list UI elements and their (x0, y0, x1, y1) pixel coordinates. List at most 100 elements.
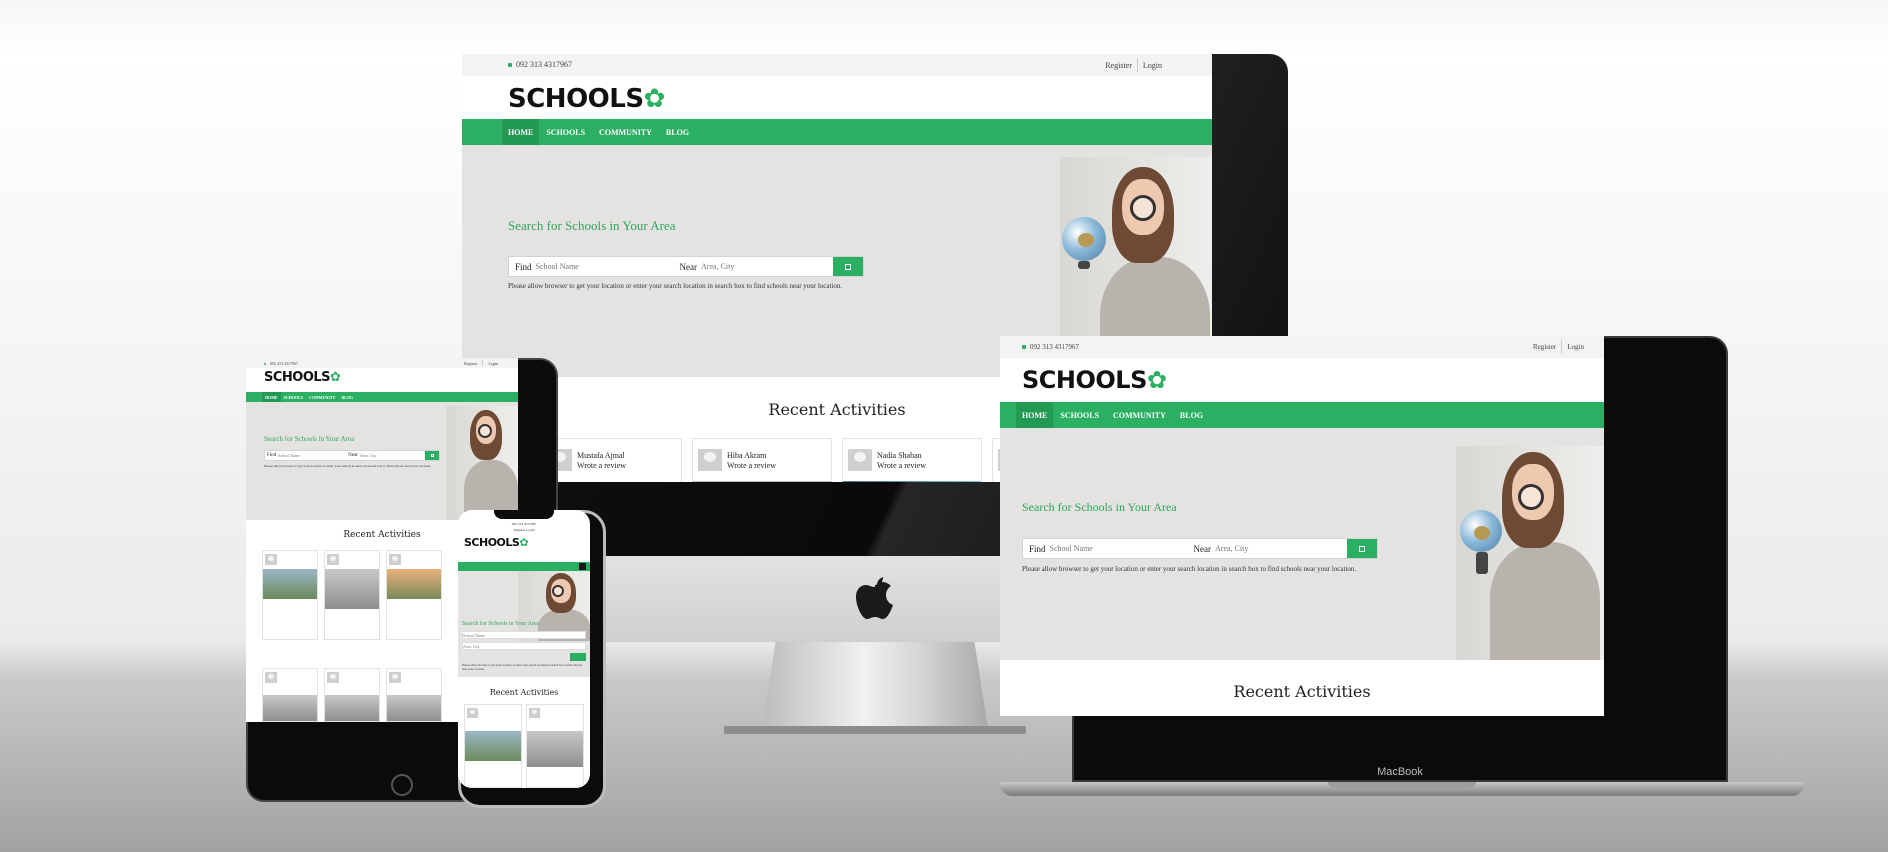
main-nav: HOME SCHOOLS COMMUNITY BLOG (1000, 402, 1604, 428)
activity-card[interactable] (464, 704, 522, 788)
hero-section: Search for Schools in Your Area Find Nea… (1000, 428, 1604, 660)
avatar (529, 708, 540, 718)
hero-title: Search for Schools in Your Area (508, 218, 676, 233)
nav-blog[interactable]: BLOG (338, 392, 356, 402)
activity-card[interactable]: Mustafa Ajmal Wrote a review (542, 438, 682, 482)
register-link[interactable]: Register (1533, 343, 1556, 351)
activity-user: Mustafa Ajmal (577, 451, 625, 460)
activity-card[interactable] (526, 704, 584, 788)
search-icon (430, 454, 434, 457)
avatar (389, 554, 401, 565)
site-logo[interactable]: SCHOOLS✿ (264, 370, 341, 385)
nav-community[interactable]: COMMUNITY (1106, 402, 1173, 428)
near-label: Near (679, 261, 698, 272)
hero-section: Search for Schools in Your Area Find Nea… (246, 402, 518, 520)
top-bar: 092 313 4317967 Register Login (462, 54, 1212, 76)
location-input[interactable] (701, 257, 832, 276)
activity-action: Wrote a review (577, 461, 626, 470)
laptop-device: MacBook 092 313 4317967 Register Login SC… (1000, 336, 1804, 798)
school-search-form: Find Near (508, 256, 864, 277)
leaf-icon: ✿ (643, 84, 666, 114)
site-logo[interactable]: SCHOOLS✿ (1022, 366, 1167, 394)
avatar (467, 708, 478, 718)
search-button[interactable] (425, 451, 439, 460)
phone-device: 092 313 4317967 Register Login SCHOOLS✿ … (458, 510, 606, 808)
activity-card[interactable] (324, 550, 380, 640)
main-nav: HOME SCHOOLS COMMUNITY BLOG (246, 392, 518, 402)
nav-blog[interactable]: BLOG (1173, 402, 1210, 428)
search-button[interactable] (1347, 539, 1377, 558)
school-name-input[interactable] (278, 451, 347, 460)
apple-logo-icon (853, 573, 897, 623)
account-links: Register Login (458, 528, 590, 532)
avatar (389, 672, 401, 683)
avatar (698, 449, 722, 471)
activity-user: Hiba Akram (727, 451, 767, 460)
find-label: Find (515, 261, 532, 272)
nav-schools[interactable]: SCHOOLS (281, 392, 306, 402)
login-link[interactable]: Login (1143, 61, 1162, 70)
imac-stand (762, 642, 988, 729)
location-input[interactable] (462, 642, 586, 650)
phone-notch (494, 510, 554, 519)
activity-action: Wrote a review (727, 461, 776, 470)
nav-blog[interactable]: BLOG (659, 119, 696, 145)
phone-number: 092 313 4317967 (511, 522, 537, 526)
phone-screen: 092 313 4317967 Register Login SCHOOLS✿ … (458, 510, 590, 788)
login-link[interactable]: Login (488, 361, 498, 366)
register-link[interactable]: Register (1105, 61, 1132, 70)
nav-community[interactable]: COMMUNITY (306, 392, 338, 402)
nav-community[interactable]: COMMUNITY (592, 119, 659, 145)
recent-activities-title: Recent Activities (1233, 682, 1371, 701)
activity-card[interactable]: Hiba Akram Wrote a review (692, 438, 832, 482)
login-link[interactable]: Login (526, 528, 534, 532)
hero-title: Search for Schools in Your Area (264, 435, 355, 443)
school-name-input[interactable] (1049, 539, 1190, 558)
nav-schools[interactable]: SCHOOLS (539, 119, 592, 145)
location-input[interactable] (1215, 539, 1346, 558)
nav-home[interactable]: HOME (1016, 402, 1054, 428)
hamburger-menu-icon[interactable] (579, 563, 586, 570)
leaf-icon: ✿ (519, 536, 529, 549)
register-link[interactable]: Register (514, 528, 526, 532)
search-button[interactable] (570, 653, 586, 661)
phone-number: 092 313 4317967 (1022, 343, 1079, 351)
nav-home[interactable]: HOME (262, 392, 281, 402)
school-name-input[interactable] (462, 631, 586, 639)
location-hint: Please allow browser to get your locatio… (462, 663, 582, 671)
register-link[interactable]: Register (464, 361, 477, 366)
activity-card[interactable] (386, 550, 442, 640)
activity-card[interactable] (324, 668, 380, 722)
school-name-input[interactable] (535, 257, 676, 276)
activity-card[interactable] (262, 668, 318, 722)
activity-card[interactable]: Nadia Shaban Wrote a review (842, 438, 982, 482)
top-bar: 092 313 4317967 Register Login (1000, 336, 1604, 358)
nav-home[interactable]: HOME (502, 119, 540, 145)
phone-icon (508, 63, 512, 68)
avatar (265, 554, 277, 565)
school-search-form: Find Near (264, 450, 440, 461)
tablet-home-button[interactable] (391, 774, 413, 796)
location-input[interactable] (359, 451, 414, 460)
hero-image (446, 406, 518, 520)
top-bar: 092 313 4317967 Register Login (246, 358, 518, 368)
login-link[interactable]: Login (1567, 343, 1584, 351)
location-hint: Please allow browser to get your locatio… (1022, 565, 1357, 573)
nav-schools[interactable]: SCHOOLS (1053, 402, 1106, 428)
avatar (848, 449, 872, 471)
site-logo[interactable]: SCHOOLS✿ (508, 84, 665, 114)
leaf-icon: ✿ (1146, 366, 1167, 394)
phone-number: 092 313 4317967 (264, 361, 298, 366)
laptop-screen: 092 313 4317967 Register Login SCHOOLS✿ H… (1000, 336, 1604, 716)
account-links: Register Login (464, 358, 498, 368)
search-button[interactable] (833, 257, 863, 276)
hero-section: Search for Schools in Your Area Please a… (458, 571, 590, 677)
phone-icon (1022, 345, 1026, 350)
activity-card[interactable] (262, 550, 318, 640)
site-logo[interactable]: SCHOOLS✿ (464, 536, 529, 549)
avatar (265, 672, 277, 683)
activity-action: Wrote a review (877, 461, 926, 470)
location-hint: Please allow browser to get your locatio… (508, 282, 843, 290)
phone-number: 092 313 4317967 (508, 60, 572, 69)
activity-card[interactable] (386, 668, 442, 722)
